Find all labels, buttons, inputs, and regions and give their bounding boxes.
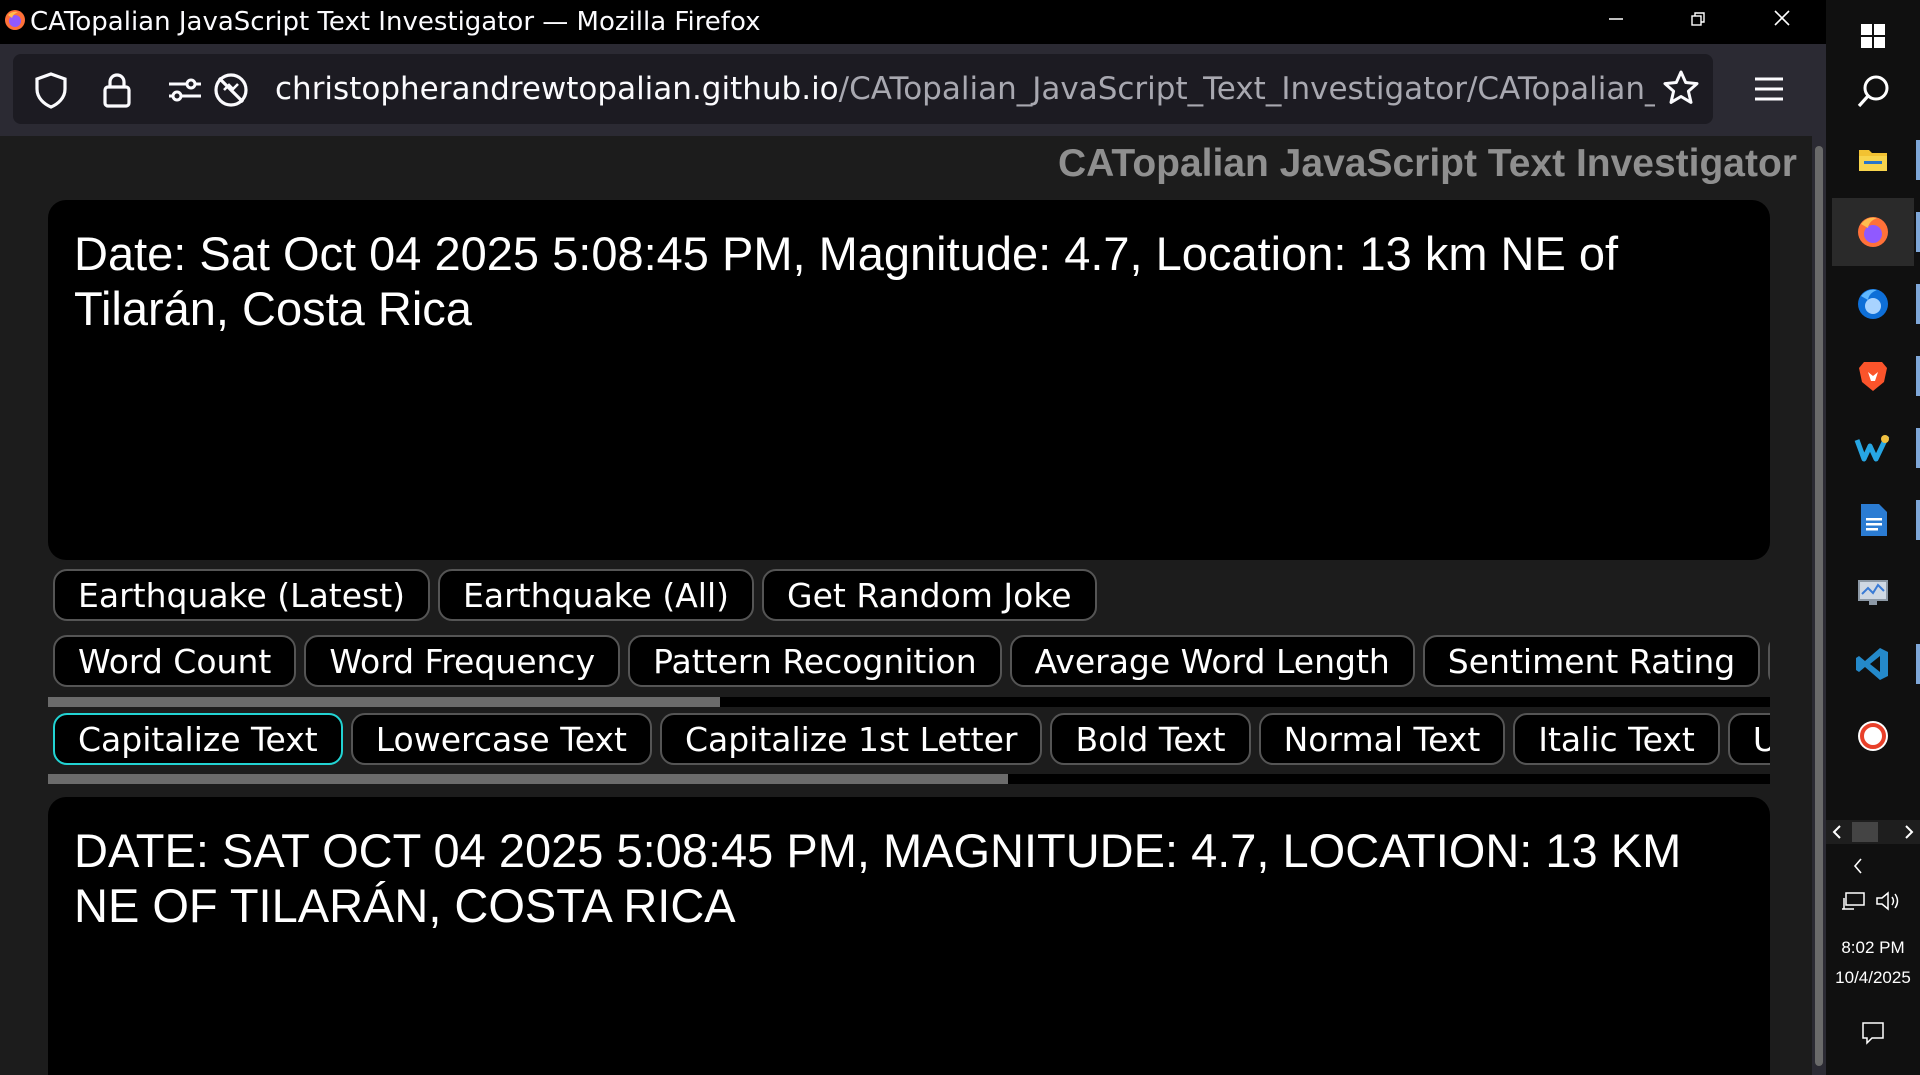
bold-text-button[interactable]: Bold Text [1050, 713, 1251, 765]
input-textarea[interactable]: Date: Sat Oct 04 2025 5:08:45 PM, Magnit… [48, 200, 1770, 560]
output-textarea[interactable]: DATE: SAT OCT 04 2025 5:08:45 PM, MAGNIT… [48, 797, 1770, 1075]
shield-icon[interactable] [31, 70, 71, 110]
document-running-indicator [1916, 500, 1920, 540]
lowercase-text-button[interactable]: Lowercase Text [350, 713, 652, 765]
app-title: CATopalian JavaScript Text Investigator [1057, 142, 1797, 185]
chevron-left-icon[interactable] [1850, 856, 1866, 876]
word-count-button[interactable]: Word Count [53, 635, 297, 687]
permissions-icon[interactable] [165, 70, 205, 110]
capitalize-first-letter-button[interactable]: Capitalize 1st Letter [659, 713, 1043, 765]
scroll-right-icon[interactable] [1902, 824, 1916, 840]
windows-start-icon[interactable] [1847, 10, 1899, 62]
word-document-icon[interactable] [1847, 494, 1899, 546]
italic-text-button[interactable]: Italic Text [1513, 713, 1720, 765]
network-icon[interactable] [1840, 890, 1868, 912]
wave-running-indicator [1916, 428, 1920, 468]
minimize-icon [1609, 18, 1623, 20]
brave-running-indicator [1916, 356, 1920, 396]
firefox-icon[interactable] [1847, 206, 1899, 258]
lock-icon[interactable] [97, 70, 137, 110]
close-button[interactable] [1754, 4, 1810, 38]
format-button-row[interactable]: Capitalize Text Lowercase Text Capitalize … [53, 713, 1770, 769]
hamburger-menu-icon[interactable] [1752, 72, 1786, 106]
taskbar-scroll-bar[interactable] [1826, 820, 1920, 844]
volume-icon[interactable] [1874, 890, 1902, 912]
random-joke-button[interactable]: Get Random Joke [762, 569, 1097, 621]
bookmark-star-icon[interactable] [1661, 68, 1701, 108]
analysis-row-scrollbar[interactable] [48, 697, 1770, 707]
opera-gx-icon[interactable] [1847, 710, 1899, 762]
firefox-developer-icon[interactable] [1847, 278, 1899, 330]
firefox-logo-icon [5, 10, 25, 30]
monitor-app-icon[interactable] [1847, 566, 1899, 618]
search-icon[interactable] [1847, 66, 1899, 118]
notification-icon[interactable] [1860, 1020, 1886, 1046]
analysis-row-scroll-thumb[interactable] [48, 697, 720, 707]
word-frequency-button[interactable]: Word Frequency [304, 635, 621, 687]
clock-date[interactable]: 10/4/2025 [1826, 968, 1920, 988]
scroll-left-icon[interactable] [1830, 824, 1844, 840]
format-row-scroll-thumb[interactable] [48, 774, 1008, 784]
file-explorer-running-indicator [1916, 140, 1920, 180]
page-vertical-scrollbar[interactable] [1812, 136, 1826, 1075]
navigation-toolbar: christopherandrewtopalian.github.io/CATo… [0, 44, 1826, 136]
close-icon [1774, 10, 1790, 26]
url-text[interactable]: christopherandrewtopalian.github.io/CATo… [275, 68, 1655, 110]
restore-button[interactable] [1670, 4, 1726, 38]
browser-window: CATopalian JavaScript Text Investigator … [0, 0, 1826, 1075]
window-title: CATopalian JavaScript Text Investigator … [30, 7, 761, 37]
analysis-button-row[interactable]: Word Count Word Frequency Pattern Recognit… [53, 635, 1770, 691]
wave-browser-icon[interactable] [1847, 422, 1899, 474]
minimize-button[interactable] [1588, 4, 1644, 38]
restore-icon [1691, 12, 1705, 26]
data-source-button-row: Earthquake (Latest) Earthquake (All) Get R… [53, 569, 1770, 625]
tracking-off-icon[interactable] [211, 70, 251, 110]
firefox-running-indicator [1916, 212, 1920, 252]
windows-taskbar: 8:02 PM 10/4/2025 [1826, 0, 1920, 1075]
title-bar: CATopalian JavaScript Text Investigator … [0, 0, 1826, 44]
taskbar-scroll-thumb[interactable] [1852, 822, 1878, 842]
average-word-length-button[interactable]: Average Word Length [1009, 635, 1415, 687]
brave-icon[interactable] [1847, 350, 1899, 402]
web-page: CATopalian JavaScript Text Investigator … [0, 136, 1812, 1075]
url-bar[interactable]: christopherandrewtopalian.github.io/CATo… [13, 54, 1713, 124]
pattern-recognition-button[interactable]: Pattern Recognition [628, 635, 1002, 687]
earthquake-latest-button[interactable]: Earthquake (Latest) [53, 569, 431, 621]
vscode-icon[interactable] [1847, 638, 1899, 690]
clock-time[interactable]: 8:02 PM [1826, 938, 1920, 958]
earthquake-all-button[interactable]: Earthquake (All) [438, 569, 755, 621]
url-path: /CATopalian_JavaScript_Text_Investigator… [838, 71, 1655, 107]
format-row-scrollbar[interactable] [48, 774, 1770, 784]
firefox-developer-running-indicator [1916, 284, 1920, 324]
page-scroll-thumb[interactable] [1815, 146, 1823, 1066]
sentiment-rating-button[interactable]: Sentiment Rating [1422, 635, 1761, 687]
file-explorer-icon[interactable] [1847, 134, 1899, 186]
url-host: christopherandrewtopalian.github.io [275, 71, 839, 107]
vscode-running-indicator [1916, 644, 1920, 684]
capitalize-text-button[interactable]: Capitalize Text [53, 713, 343, 765]
partial-underline-button[interactable]: Un [1727, 713, 1770, 765]
normal-text-button[interactable]: Normal Text [1258, 713, 1506, 765]
partial-next-button[interactable]: E [1768, 635, 1770, 687]
